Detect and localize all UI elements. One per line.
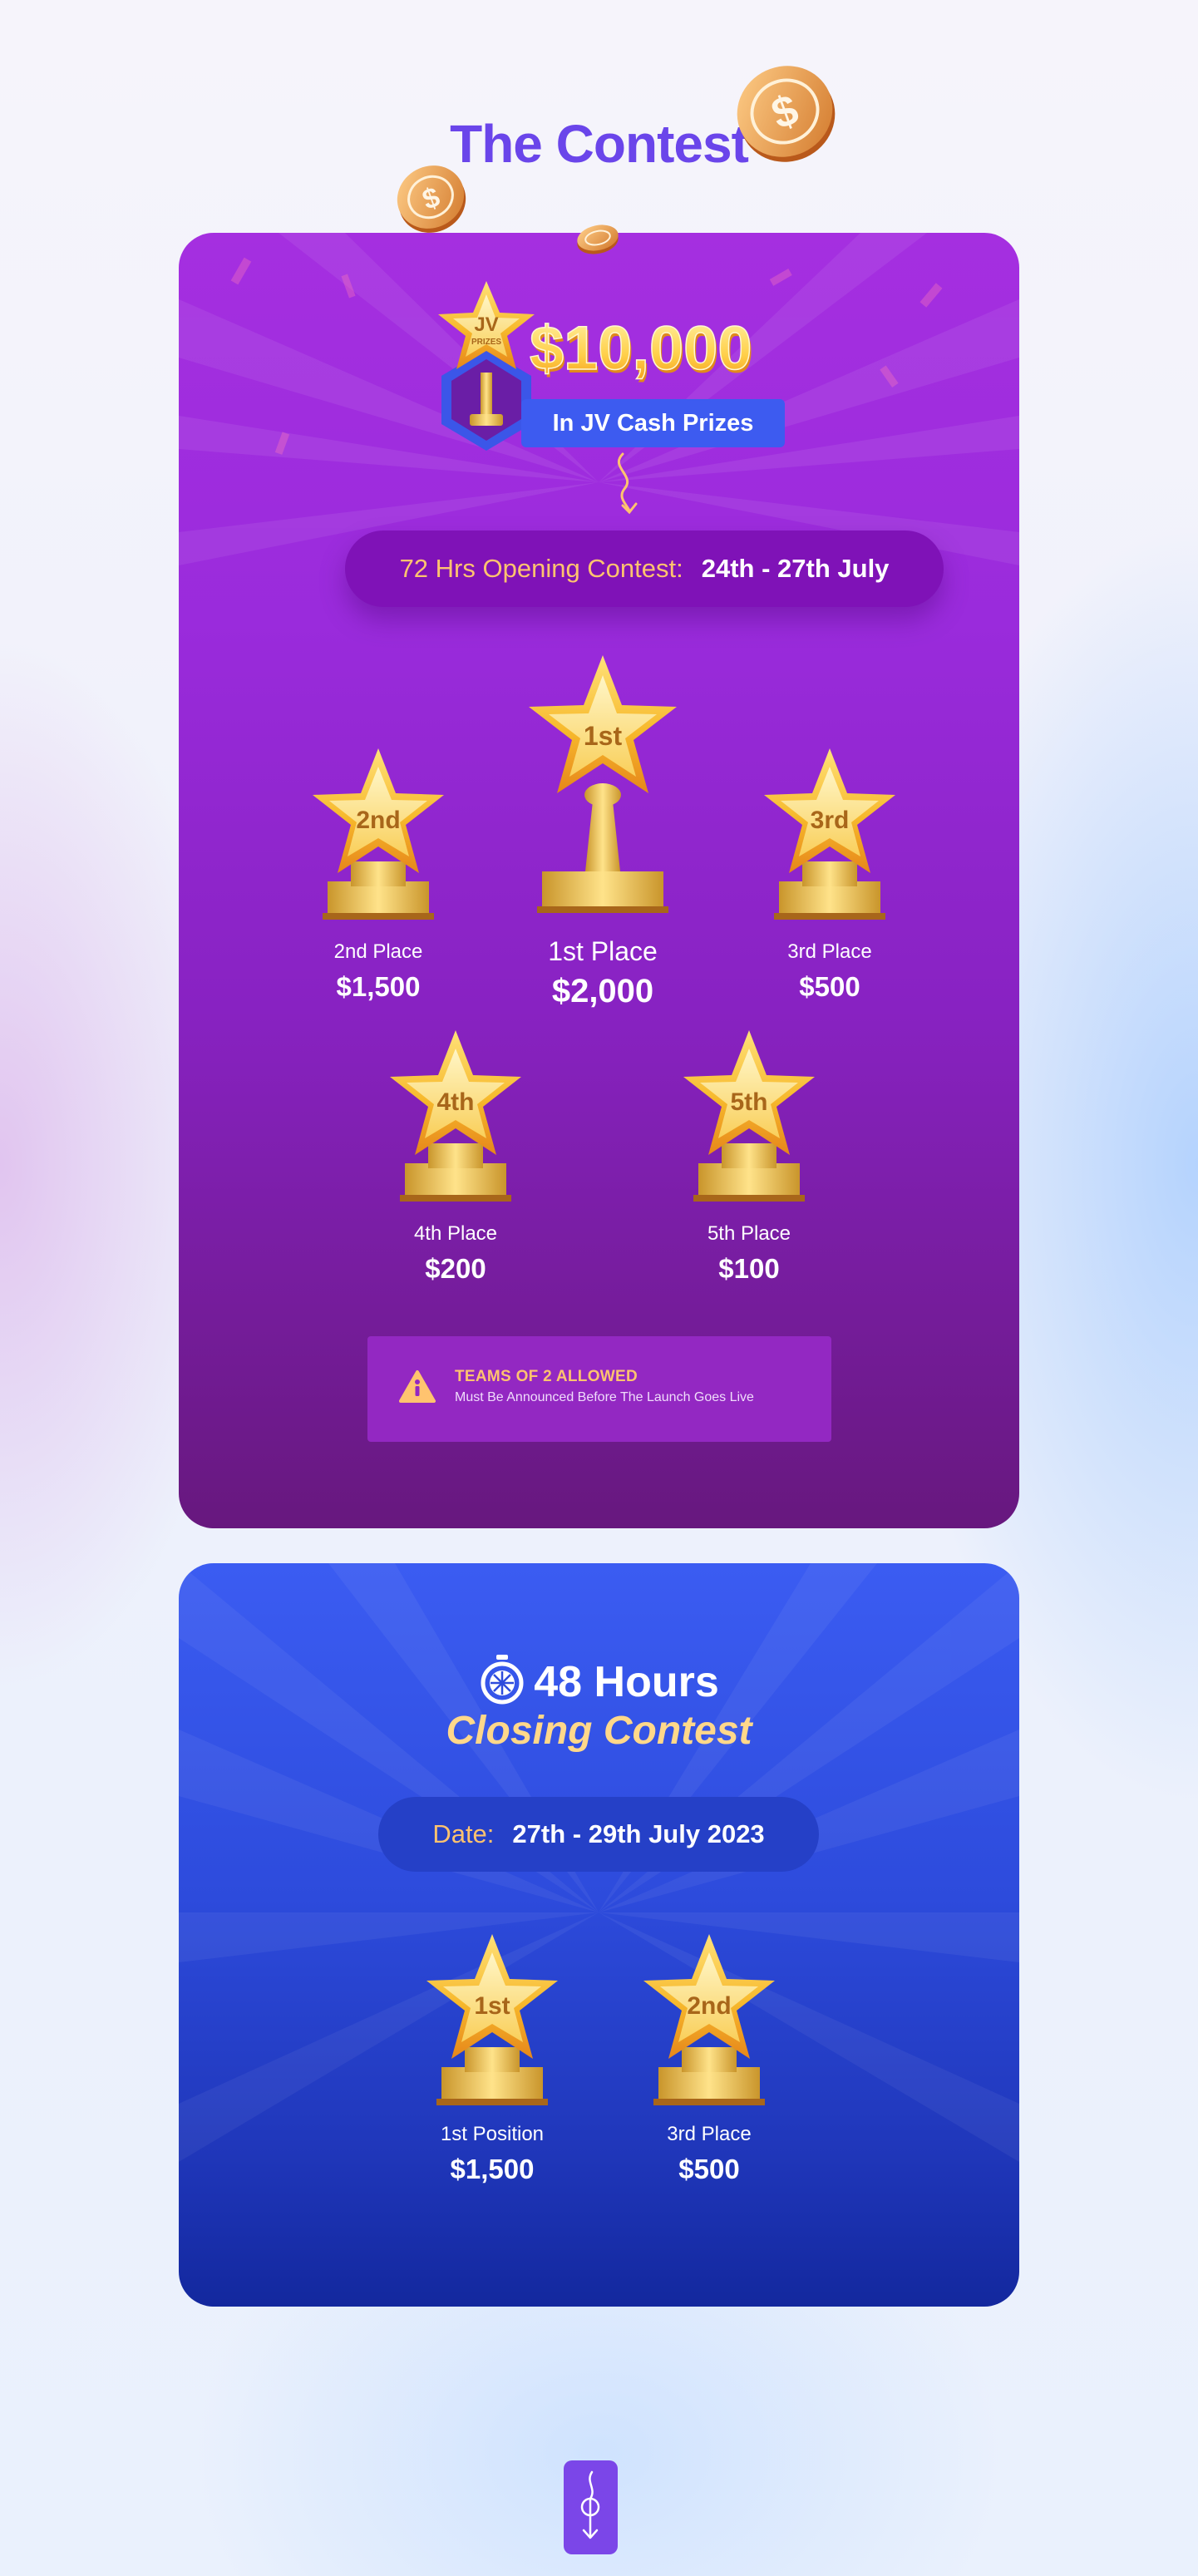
notice-text: Must Be Announced Before The Launch Goes…	[455, 1390, 754, 1404]
closing-hours: 48 Hours	[534, 1658, 719, 1706]
place-5-label: 5th Place	[707, 1222, 791, 1245]
prize-total: $10,000 $10,000	[529, 313, 753, 386]
badge-2nd: 2nd	[356, 807, 400, 834]
closing-dates-label: Date:	[432, 1819, 495, 1848]
opening-dates-label: 72 Hrs Opening Contest:	[399, 554, 683, 583]
place-1-amount: $2,000	[551, 973, 654, 1009]
dollar-coin-icon: $	[397, 165, 466, 233]
teams-notice: TEAMS OF 2 ALLOWED Must Be Announced Bef…	[367, 1336, 831, 1442]
opening-dates-value: 24th - 27th July	[701, 554, 890, 583]
badge-4th: 4th	[437, 1088, 475, 1116]
badge-1st: 1st	[474, 1992, 510, 2020]
dollar-coin-icon: $	[737, 66, 836, 162]
badge-3rd: 3rd	[811, 807, 850, 834]
trophy-4th-icon: 4th	[390, 1030, 521, 1202]
arrow-down-icon	[617, 452, 638, 515]
trophy-3rd-icon: 3rd	[764, 748, 895, 920]
closing-place-1-amount: $1,500	[450, 2154, 535, 2184]
trophy-1st-icon: 1st	[426, 1934, 558, 2105]
place-1-label: 1st Place	[548, 936, 658, 966]
trophy-5th-icon: 5th	[683, 1030, 815, 1202]
notice-title: TEAMS OF 2 ALLOWED	[455, 1368, 638, 1385]
warning-icon	[399, 1370, 436, 1403]
closing-dates-pill: Date: 27th - 29th July 2023	[378, 1797, 819, 1872]
trophy-2nd-icon: 2nd	[313, 748, 444, 920]
prize-caption: In JV Cash Prizes	[552, 409, 754, 437]
scroll-down-icon	[580, 2470, 600, 2539]
badge-5th: 5th	[731, 1088, 768, 1116]
dollar-coin-icon	[577, 225, 619, 254]
scroll-down-button[interactable]	[564, 2460, 618, 2554]
place-4-label: 4th Place	[413, 1222, 498, 1245]
badge-2nd: 2nd	[687, 1992, 731, 2020]
closing-title: Closing Contest	[446, 1709, 752, 1753]
badge-1st: 1st	[584, 721, 623, 751]
svg-text:$10,000: $10,000	[530, 313, 752, 382]
closing-dates-value: 27th - 29th July 2023	[512, 1819, 765, 1848]
trophy-1st-icon: 1st	[529, 655, 677, 913]
place-5-amount: $100	[718, 1253, 780, 1284]
closing-place-1-label: 1st Position	[440, 2123, 545, 2145]
stopwatch-icon	[481, 1655, 524, 1705]
closing-place-2-label: 3rd Place	[667, 2123, 752, 2145]
place-2-label: 2nd Place	[333, 940, 423, 963]
badge-line-2: PRIZES	[471, 338, 501, 347]
closing-hours-heading: 48 Hours	[179, 1653, 1019, 1707]
opening-dates-pill: 72 Hrs Opening Contest: 24th - 27th July	[345, 530, 944, 607]
place-4-amount: $200	[425, 1253, 486, 1284]
closing-contest-card: 48 Hours Closing Contest Date: 27th - 29…	[179, 1563, 1019, 2307]
closing-place-2-amount: $500	[678, 2154, 740, 2184]
badge-line-1: JV	[474, 313, 498, 336]
place-3-amount: $500	[799, 971, 860, 1002]
place-3-label: 3rd Place	[787, 940, 872, 963]
page-title: The Contest	[450, 114, 749, 174]
prize-caption-banner: In JV Cash Prizes	[521, 399, 785, 447]
opening-contest-card: JV PRIZES $10,000 $10,000 In JV Cash Pri…	[179, 233, 1019, 1528]
trophy-2nd-icon: 2nd	[643, 1934, 775, 2105]
place-2-amount: $1,500	[336, 971, 421, 1002]
